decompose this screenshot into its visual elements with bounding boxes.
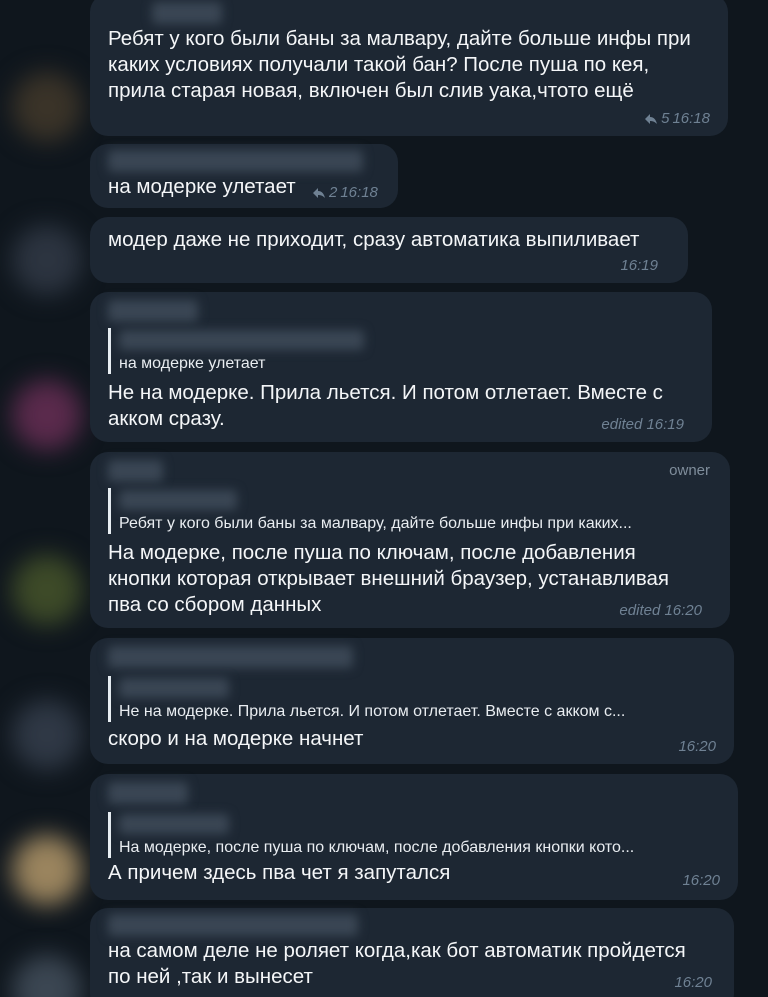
message-bubble[interactable]: на модерке улетает 2 16:18 <box>90 144 398 208</box>
message-time: 16:20 <box>674 974 712 991</box>
quoted-text: Ребят у кого были баны за малвару, дайте… <box>119 515 632 532</box>
avatar[interactable] <box>12 700 82 770</box>
message-time: 16:18 <box>340 184 378 201</box>
reply-count: 2 <box>329 184 338 201</box>
quoted-sender <box>119 490 237 510</box>
message-bubble[interactable]: Ребят у кого были баны за малвару, дайте… <box>90 0 728 136</box>
message-time: 16:19 <box>620 257 658 274</box>
owner-badge: owner <box>669 462 710 479</box>
sender-name[interactable] <box>108 646 353 668</box>
message-time: edited 16:19 <box>601 416 684 433</box>
message-time: 16:18 <box>672 110 710 127</box>
message-time: edited 16:20 <box>619 602 702 619</box>
message-bubble[interactable]: На модерке, после пуша по ключам, после … <box>90 774 738 900</box>
reply-quote[interactable]: На модерке, после пуша по ключам, после … <box>108 812 634 858</box>
sender-name[interactable] <box>152 2 222 24</box>
quoted-text: на модерке улетает <box>119 355 266 372</box>
reply-arrow-icon <box>312 187 326 199</box>
sender-name[interactable] <box>108 782 188 804</box>
reply-count: 5 <box>661 110 670 127</box>
avatar[interactable] <box>12 955 82 997</box>
reply-arrow-icon <box>644 113 658 125</box>
message-text: на самом деле не роляет когда,как бот ав… <box>108 939 686 988</box>
message-text: А причем здесь пва чет я запутался <box>108 861 451 884</box>
sender-name[interactable] <box>108 460 163 482</box>
message-bubble[interactable]: модер даже не приходит, сразу автоматика… <box>90 217 688 283</box>
sender-name[interactable] <box>108 150 363 172</box>
avatar[interactable] <box>12 380 82 450</box>
quoted-text: На модерке, после пуша по ключам, после … <box>119 839 635 856</box>
message-bubble[interactable]: на модерке улетает Не на модерке. Прила … <box>90 292 712 442</box>
message-bubble[interactable]: на самом деле не роляет когда,как бот ав… <box>90 908 734 997</box>
quoted-sender <box>119 678 229 698</box>
sender-name[interactable] <box>108 914 358 936</box>
quoted-text: Не на модерке. Прила льется. И потом отл… <box>119 703 626 720</box>
message-text: Ребят у кого были баны за малвару, дайте… <box>108 27 691 102</box>
reply-quote[interactable]: на модерке улетает <box>108 328 364 374</box>
message-time: 16:20 <box>678 738 716 755</box>
quoted-sender <box>119 814 229 834</box>
reply-quote[interactable]: Ребят у кого были баны за малвару, дайте… <box>108 488 632 534</box>
avatar[interactable] <box>12 555 82 625</box>
avatar[interactable] <box>12 72 82 142</box>
message-text: на модерке улетает <box>108 175 296 198</box>
message-text: модер даже не приходит, сразу автоматика… <box>108 228 640 251</box>
message-text: скоро и на модерке начнет <box>108 727 364 750</box>
message-bubble[interactable]: Не на модерке. Прила льется. И потом отл… <box>90 638 734 764</box>
avatar[interactable] <box>12 225 82 295</box>
sender-name[interactable] <box>108 300 198 322</box>
avatar[interactable] <box>12 835 82 905</box>
message-text: Не на модерке. Прила льется. И потом отл… <box>108 381 663 430</box>
message-text: На модерке, после пуша по ключам, после … <box>108 541 669 616</box>
quoted-sender <box>119 330 364 350</box>
message-bubble[interactable]: owner Ребят у кого были баны за малвару,… <box>90 452 730 628</box>
message-meta[interactable]: 5 16:18 <box>644 110 710 127</box>
reply-quote[interactable]: Не на модерке. Прила льется. И потом отл… <box>108 676 625 722</box>
message-meta[interactable]: 2 16:18 <box>312 184 378 201</box>
message-time: 16:20 <box>682 872 720 889</box>
